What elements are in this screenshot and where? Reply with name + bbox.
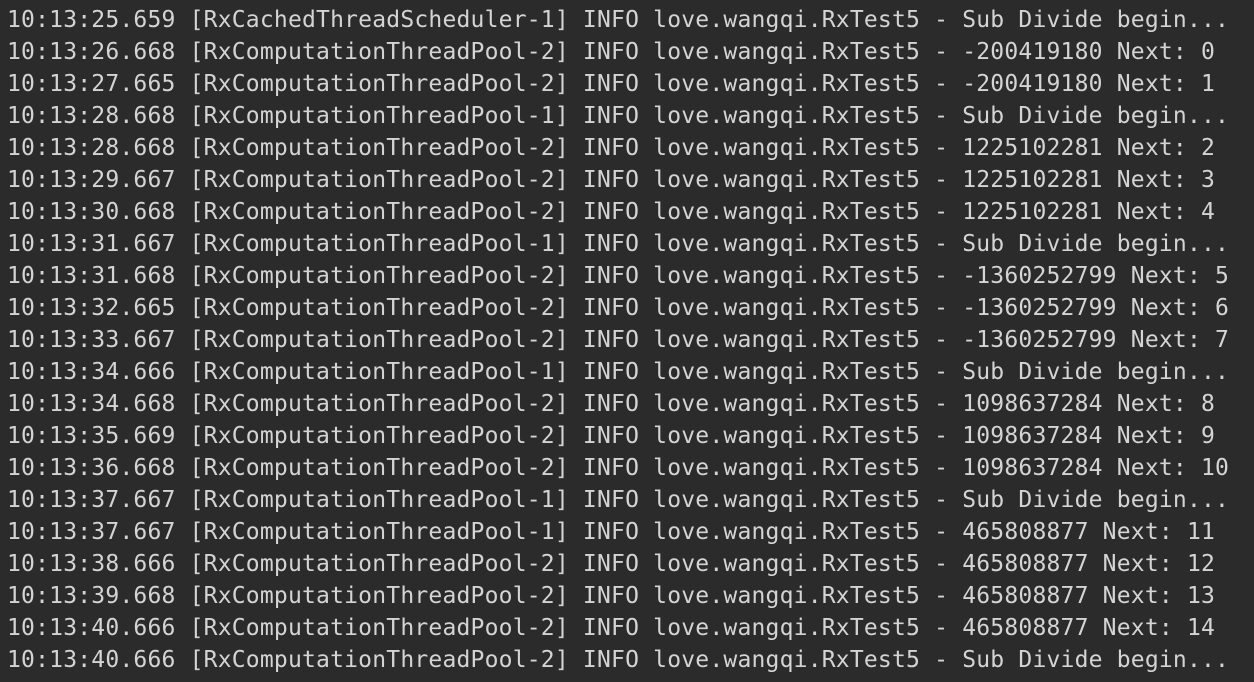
log-line: 10:13:40.666 [RxComputationThreadPool-2]… — [7, 647, 1230, 673]
log-line: 10:13:29.667 [RxComputationThreadPool-2]… — [7, 167, 1216, 193]
log-line: 10:13:26.668 [RxComputationThreadPool-2]… — [7, 39, 1216, 65]
log-line: 10:13:36.668 [RxComputationThreadPool-2]… — [7, 455, 1230, 481]
log-line: 10:13:31.667 [RxComputationThreadPool-1]… — [7, 231, 1230, 257]
log-line: 10:13:33.667 [RxComputationThreadPool-2]… — [7, 327, 1230, 353]
log-line: 10:13:25.659 [RxCachedThreadScheduler-1]… — [7, 7, 1230, 33]
log-line: 10:13:37.667 [RxComputationThreadPool-1]… — [7, 519, 1216, 545]
console-output[interactable]: 10:13:25.659 [RxCachedThreadScheduler-1]… — [0, 0, 1254, 682]
log-line: 10:13:37.667 [RxComputationThreadPool-1]… — [7, 487, 1230, 513]
clipped-bottom-line — [7, 676, 1254, 682]
log-line: 10:13:28.668 [RxComputationThreadPool-1]… — [7, 103, 1230, 129]
log-line: 10:13:30.668 [RxComputationThreadPool-2]… — [7, 199, 1216, 225]
log-line: 10:13:35.669 [RxComputationThreadPool-2]… — [7, 423, 1216, 449]
log-line: 10:13:27.665 [RxComputationThreadPool-2]… — [7, 71, 1216, 97]
log-line: 10:13:32.665 [RxComputationThreadPool-2]… — [7, 295, 1230, 321]
log-line: 10:13:39.668 [RxComputationThreadPool-2]… — [7, 583, 1216, 609]
log-line: 10:13:40.666 [RxComputationThreadPool-2]… — [7, 615, 1216, 641]
log-line: 10:13:38.666 [RxComputationThreadPool-2]… — [7, 551, 1216, 577]
log-line: 10:13:28.668 [RxComputationThreadPool-2]… — [7, 135, 1216, 161]
log-line: 10:13:34.666 [RxComputationThreadPool-1]… — [7, 359, 1230, 385]
log-line: 10:13:34.668 [RxComputationThreadPool-2]… — [7, 391, 1216, 417]
log-line: 10:13:31.668 [RxComputationThreadPool-2]… — [7, 263, 1230, 289]
